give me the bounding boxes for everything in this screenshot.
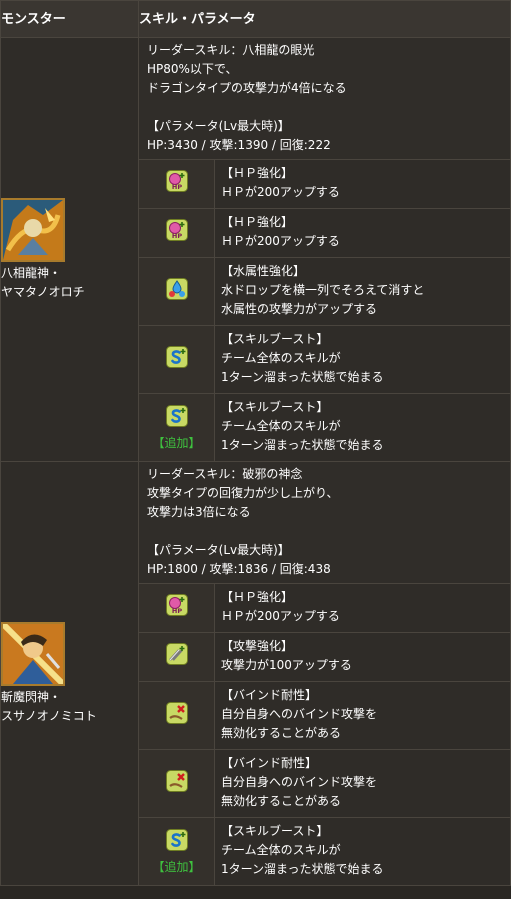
leader-skill-line: 攻撃タイプの回復力が少し上がり、 xyxy=(147,486,339,500)
leader-row: 斬魔閃神・スサノオノミコト リーダースキル：破邪の神念攻撃タイプの回復力が少し上が… xyxy=(0,461,511,886)
svg-text:HP: HP xyxy=(171,183,181,191)
parameter-values: HP:3430 / 攻撃:1390 / 回復:222 xyxy=(147,138,331,152)
awakening-text: ＨＰが200アップする xyxy=(221,234,340,248)
monster-table: モンスター スキル・パラメータ 八相龍神・ヤマタノオロチ リーダースキル：八相龍の… xyxy=(0,0,511,886)
svg-text:HP: HP xyxy=(171,607,181,615)
skill-boost-icon xyxy=(165,404,188,433)
awakening-icon-cell: HP xyxy=(138,159,215,209)
awakening-description: 【水属性強化】水ドロップを横一列でそろえて消すと 水属性の攻撃力がアップする xyxy=(214,257,511,326)
monster-name-line2: ヤマタノオロチ xyxy=(1,284,85,299)
leader-skill-cell: リーダースキル：八相龍の眼光 HP80%以下で、ドラゴンタイプの攻撃力が4倍になる… xyxy=(138,37,511,160)
awakening-icon-cell xyxy=(138,257,215,326)
awakening-title: 【バインド耐性】 xyxy=(221,756,318,770)
awakening-text: 1ターン溜まった状態で始まる xyxy=(221,438,384,452)
parameter-values: HP:1800 / 攻撃:1836 / 回復:438 xyxy=(147,562,331,576)
awakening-title: 【ＨＰ強化】 xyxy=(221,166,294,180)
table-body: 八相龍神・ヤマタノオロチ リーダースキル：八相龍の眼光 HP80%以下で、ドラゴンタ… xyxy=(0,37,511,886)
leader-skill-line: HP80%以下で、 xyxy=(147,62,238,76)
monster-cell: 斬魔閃神・スサノオノミコト xyxy=(0,461,139,886)
awakening-description: 【バインド耐性】自分自身へのバインド攻撃を 無効化することがある xyxy=(214,749,511,818)
awakening-text: チーム全体のスキルが xyxy=(221,843,341,857)
leader-skill-line: ドラゴンタイプの攻撃力が4倍になる xyxy=(147,81,347,95)
added-tag: 【追加】 xyxy=(152,859,201,874)
parameter-title: 【パラメータ(Lv最大時)】 xyxy=(147,543,290,557)
monster-name-line1: 斬魔閃神・ xyxy=(1,689,62,704)
awakening-text: 1ターン溜まった状態で始まる xyxy=(221,370,384,384)
leader-row: 八相龍神・ヤマタノオロチ リーダースキル：八相龍の眼光 HP80%以下で、ドラゴンタ… xyxy=(0,37,511,462)
header-monster: モンスター xyxy=(0,0,139,38)
awakening-title: 【水属性強化】 xyxy=(221,264,306,278)
awakening-text: 無効化することがある xyxy=(221,794,342,808)
leader-skill-line: リーダースキル：八相龍の眼光 xyxy=(147,43,315,57)
awakening-text: チーム全体のスキルが xyxy=(221,419,341,433)
awakening-description: 【バインド耐性】自分自身へのバインド攻撃を 無効化することがある xyxy=(214,681,511,750)
awakening-text: 水属性の攻撃力がアップする xyxy=(221,302,378,316)
awakening-text: ＨＰが200アップする xyxy=(221,185,340,199)
awakening-icon-cell xyxy=(138,325,215,394)
awakening-text: 無効化することがある xyxy=(221,726,342,740)
parameter-title: 【パラメータ(Lv最大時)】 xyxy=(147,119,290,133)
added-tag: 【追加】 xyxy=(152,435,201,450)
awakening-text: 自分自身へのバインド攻撃を xyxy=(221,775,378,789)
awakening-description: 【スキルブースト】 チーム全体のスキルが 1ターン溜まった状態で始まる xyxy=(214,817,511,886)
skill-boost-icon xyxy=(165,828,188,857)
attack-plus-icon xyxy=(165,643,188,671)
hp-plus-icon: HP xyxy=(165,594,188,622)
svg-text:HP: HP xyxy=(171,232,181,240)
awakening-text: ＨＰが200アップする xyxy=(221,609,340,623)
awakening-title: 【攻撃強化】 xyxy=(221,639,294,653)
bind-resist-icon xyxy=(165,769,188,798)
monster-name-line1: 八相龍神・ xyxy=(1,265,62,280)
hp-plus-icon: HP xyxy=(165,170,188,198)
monster-name-line2: スサノオノミコト xyxy=(1,708,97,723)
awakening-description: 【スキルブースト】 チーム全体のスキルが 1ターン溜まった状態で始まる xyxy=(214,325,511,394)
awakening-icon-cell xyxy=(138,749,215,818)
awakening-icon-cell: HP xyxy=(138,583,215,633)
bind-resist-icon xyxy=(165,701,188,730)
awakening-description: 【スキルブースト】 チーム全体のスキルが 1ターン溜まった状態で始まる xyxy=(214,393,511,462)
awakening-text: 1ターン溜まった状態で始まる xyxy=(221,862,384,876)
awakening-description: 【ＨＰ強化】 ＨＰが200アップする xyxy=(214,583,511,633)
awakening-title: 【ＨＰ強化】 xyxy=(221,590,294,604)
skill-boost-icon xyxy=(165,345,188,374)
leader-skill-line: リーダースキル：破邪の神念 xyxy=(147,467,303,481)
awakening-icon-cell: 【追加】 xyxy=(138,817,215,886)
awakening-description: 【ＨＰ強化】 ＨＰが200アップする xyxy=(214,208,511,258)
monster-cell: 八相龍神・ヤマタノオロチ xyxy=(0,37,139,462)
awakening-title: 【バインド耐性】 xyxy=(221,688,318,702)
hp-plus-icon: HP xyxy=(165,219,188,247)
water-attribute-icon xyxy=(165,277,188,306)
awakening-text: 自分自身へのバインド攻撃を xyxy=(221,707,378,721)
awakening-title: 【ＨＰ強化】 xyxy=(221,215,294,229)
awakening-icon-cell xyxy=(138,681,215,750)
awakening-icon-cell: 【追加】 xyxy=(138,393,215,462)
awakening-icon-cell: HP xyxy=(138,208,215,258)
awakening-text: チーム全体のスキルが xyxy=(221,351,341,365)
monster-portrait-icon[interactable] xyxy=(1,197,65,262)
leader-skill-line: 攻撃力は3倍になる xyxy=(147,505,251,519)
awakening-title: 【スキルブースト】 xyxy=(221,332,329,346)
awakening-text: 水ドロップを横一列でそろえて消すと xyxy=(221,283,425,297)
awakening-title: 【スキルブースト】 xyxy=(221,400,329,414)
awakening-text: 攻撃力が100アップする xyxy=(221,658,352,672)
monster-name[interactable]: 斬魔閃神・スサノオノミコト xyxy=(1,688,138,726)
awakening-title: 【スキルブースト】 xyxy=(221,824,329,838)
awakening-description: 【ＨＰ強化】 ＨＰが200アップする xyxy=(214,159,511,209)
monster-portrait-icon[interactable] xyxy=(0,621,66,686)
table-header-row: モンスター スキル・パラメータ xyxy=(0,0,511,38)
awakening-description: 【攻撃強化】攻撃力が100アップする xyxy=(214,632,511,682)
header-skill: スキル・パラメータ xyxy=(138,0,511,38)
leader-skill-cell: リーダースキル：破邪の神念攻撃タイプの回復力が少し上がり、 攻撃力は3倍になる【パ… xyxy=(138,461,511,584)
awakening-icon-cell xyxy=(138,632,215,682)
monster-name[interactable]: 八相龍神・ヤマタノオロチ xyxy=(1,264,138,302)
